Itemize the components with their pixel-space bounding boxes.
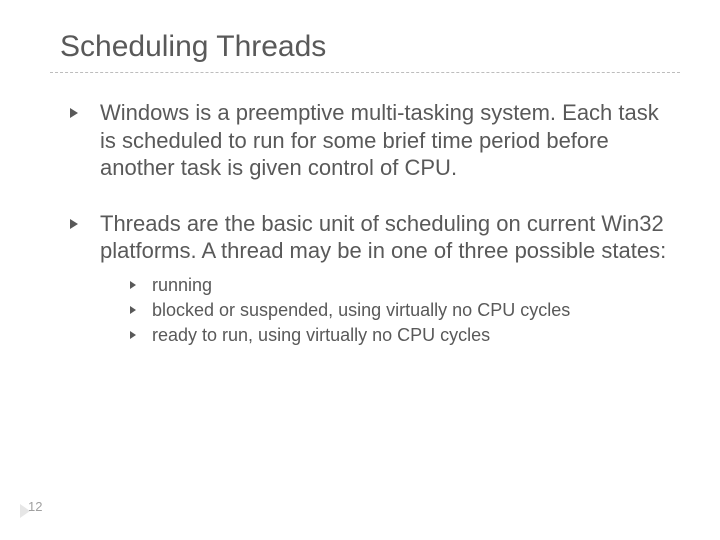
bullet-item: Windows is a preemptive multi-tasking sy… bbox=[70, 99, 680, 182]
slide-title: Scheduling Threads bbox=[60, 30, 680, 64]
sub-bullet-list: running blocked or suspended, using virt… bbox=[100, 273, 680, 349]
bullet-text: Windows is a preemptive multi-tasking sy… bbox=[100, 100, 659, 180]
title-divider bbox=[50, 72, 680, 73]
slide: Scheduling Threads Windows is a preempti… bbox=[0, 0, 720, 396]
sub-bullet-item: running bbox=[130, 273, 680, 298]
bullet-text: Threads are the basic unit of scheduling… bbox=[100, 211, 666, 264]
bullet-item: Threads are the basic unit of scheduling… bbox=[70, 210, 680, 349]
bullet-list: Windows is a preemptive multi-tasking sy… bbox=[50, 99, 680, 348]
page-number: 12 bbox=[28, 499, 42, 514]
sub-bullet-item: ready to run, using virtually no CPU cyc… bbox=[130, 323, 680, 348]
sub-bullet-item: blocked or suspended, using virtually no… bbox=[130, 298, 680, 323]
